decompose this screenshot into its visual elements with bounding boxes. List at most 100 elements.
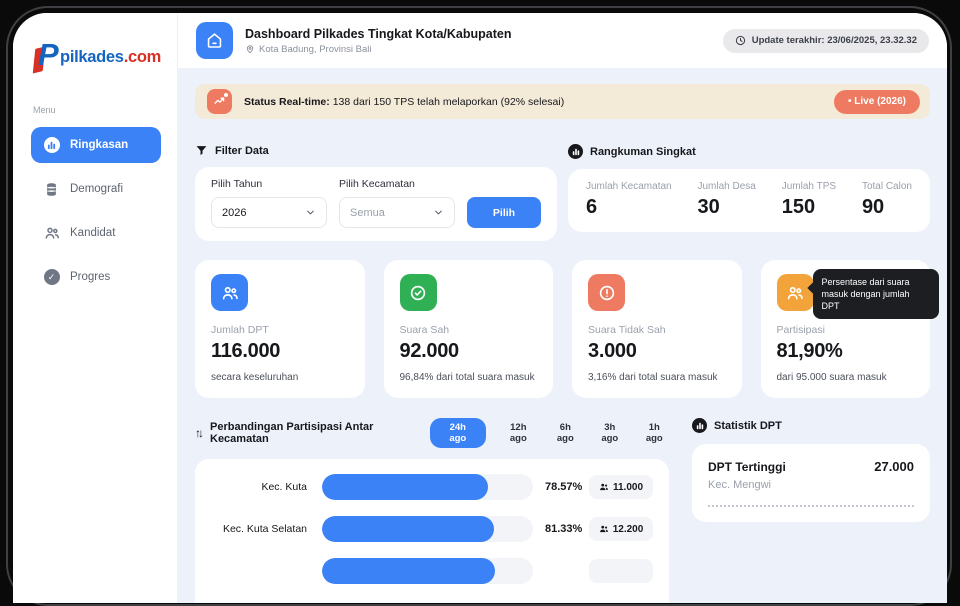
voters-badge: 11.000 bbox=[589, 475, 653, 499]
summary-item-value: 30 bbox=[697, 196, 720, 218]
summary-heading: Rangkuman Singkat bbox=[568, 144, 930, 159]
sidebar-item-kandidat[interactable]: Kandidat bbox=[31, 215, 161, 251]
users-icon bbox=[776, 274, 814, 311]
summary-card: Jumlah Kecamatan 6 Jumlah Desa 30 Jumlah… bbox=[568, 169, 930, 232]
stat-card-caption: 96,84% dari total suara masuk bbox=[399, 372, 535, 383]
filter-card: Pilih Tahun 2026 Pilih Kecamatan Semua P… bbox=[195, 167, 557, 241]
time-pill-24h[interactable]: 24h ago bbox=[429, 418, 487, 448]
comparison-heading: Perbandingan Partisipasi Antar Kecamatan bbox=[210, 421, 374, 445]
filter-funnel-icon bbox=[196, 146, 207, 156]
sidebar-item-label: Progres bbox=[70, 271, 111, 283]
chevron-down-icon bbox=[307, 210, 314, 215]
stat-card-label: Jumlah DPT bbox=[211, 324, 269, 336]
voters-badge: 12.200 bbox=[589, 517, 653, 541]
bar-row-partial bbox=[211, 558, 653, 584]
summary-item-value: 6 bbox=[586, 196, 598, 218]
summary-section: Rangkuman Singkat Jumlah Kecamatan 6 Jum… bbox=[568, 144, 930, 241]
clock-icon bbox=[735, 35, 745, 46]
sidebar-item-label: Demografi bbox=[70, 183, 124, 195]
summary-item-value: 150 bbox=[781, 196, 816, 218]
year-filter-group: Pilih Tahun 2026 bbox=[211, 178, 327, 228]
alert-circle-icon bbox=[588, 274, 625, 311]
year-value: 2026 bbox=[222, 206, 247, 219]
stat-card-partisipasi: Persentase dari suara masuk dengan jumla… bbox=[760, 260, 939, 398]
filter-section: Filter Data Pilih Tahun 2026 Pilih Kecam… bbox=[195, 144, 557, 241]
sidebar: P pilkades.com Menu Ringkasan Demografi bbox=[13, 13, 178, 603]
main-area: Dashboard Pilkades Tingkat Kota/Kabupate… bbox=[178, 13, 947, 603]
dpt-stats-card: DPT Tertinggi 27.000 Kec. Mengwi bbox=[692, 444, 930, 522]
filter-heading: Filter Data bbox=[195, 144, 557, 157]
stat-card-caption: dari 95.000 suara masuk bbox=[776, 372, 887, 383]
sidebar-item-demografi[interactable]: Demografi bbox=[31, 171, 161, 207]
home-icon[interactable] bbox=[196, 22, 233, 59]
dashboard-content: Status Real-time: 138 dari 150 TPS telah… bbox=[178, 68, 947, 603]
sort-arrows-icon: ↑↓ bbox=[195, 426, 204, 440]
year-select[interactable]: 2026 bbox=[211, 197, 327, 228]
time-pill-6h[interactable]: 6h ago bbox=[551, 422, 580, 444]
sidebar-item-ringkasan[interactable]: Ringkasan bbox=[31, 127, 161, 163]
users-icon bbox=[211, 274, 248, 311]
dpt-stats-heading-text: Statistik DPT bbox=[714, 419, 782, 432]
app-logo: P pilkades.com bbox=[31, 37, 161, 75]
bar-percentage: 81.33% bbox=[545, 523, 583, 535]
dpt-stats-heading: Statistik DPT bbox=[692, 418, 930, 433]
status-text-rest: 138 dari 150 TPS telah melaporkan (92% s… bbox=[329, 95, 565, 108]
users-icon bbox=[599, 525, 608, 533]
users-icon bbox=[600, 483, 608, 491]
location-pin-icon bbox=[246, 45, 254, 54]
stat-card-caption: 3,16% dari total suara masuk bbox=[588, 372, 718, 383]
time-pill-1h[interactable]: 1h ago bbox=[640, 422, 669, 444]
bar-label: Kec. Kuta bbox=[261, 481, 307, 493]
app-window: P pilkades.com Menu Ringkasan Demografi bbox=[13, 13, 947, 603]
users-icon bbox=[43, 225, 60, 242]
participation-tooltip: Persentase dari suara masuk dengan jumla… bbox=[812, 269, 939, 320]
district-filter-group: Pilih Kecamatan Semua bbox=[339, 178, 455, 228]
filter-heading-text: Filter Data bbox=[215, 144, 269, 157]
stat-card-caption: secara keseluruhan bbox=[211, 372, 299, 383]
voters-badge bbox=[589, 559, 653, 583]
check-circle-icon bbox=[399, 274, 437, 311]
bar-fill bbox=[322, 516, 494, 542]
stat-card-value: 81,90% bbox=[776, 340, 843, 362]
district-label: Pilih Kecamatan bbox=[339, 178, 415, 190]
time-pill-3h[interactable]: 3h ago bbox=[595, 422, 624, 444]
bar-row-kuta-selatan: Kec. Kuta Selatan 81.33% 12.200 bbox=[211, 516, 653, 542]
stat-card-jumlah-dpt: Jumlah DPT 116.000 secara keseluruhan bbox=[195, 260, 365, 398]
trending-up-icon bbox=[207, 89, 232, 114]
bar-track bbox=[322, 558, 533, 584]
time-filter-pills: 24h ago 12h ago 6h ago 3h ago 1h ago bbox=[429, 418, 670, 448]
header-titles: Dashboard Pilkades Tingkat Kota/Kabupate… bbox=[245, 27, 512, 55]
stat-card-label: Partisipasi bbox=[776, 324, 825, 336]
chevron-down-icon bbox=[435, 210, 442, 215]
stat-card-value: 116.000 bbox=[211, 340, 281, 362]
stat-card-label: Suara Sah bbox=[399, 324, 450, 336]
sidebar-nav: Ringkasan Demografi Kandidat ✓ Progres bbox=[31, 127, 161, 295]
page-header: Dashboard Pilkades Tingkat Kota/Kabupate… bbox=[178, 13, 947, 68]
time-pill-12h[interactable]: 12h ago bbox=[501, 422, 536, 444]
summary-item-label: Total Calon bbox=[861, 181, 912, 192]
summary-item: Jumlah Kecamatan 6 bbox=[586, 181, 672, 219]
district-select[interactable]: Semua bbox=[339, 197, 455, 228]
summary-item-label: Jumlah Desa bbox=[697, 181, 756, 192]
bar-chart-icon bbox=[43, 137, 60, 154]
stat-card-label: Suara Tidak Sah bbox=[588, 324, 666, 336]
summary-item-value: 90 bbox=[861, 196, 885, 218]
stat-card-value: 3.000 bbox=[588, 340, 637, 362]
summary-item: Jumlah Desa 30 bbox=[698, 181, 756, 219]
last-update-badge: Update terakhir: 23/06/2025, 23.32.32 bbox=[722, 28, 929, 53]
comparison-section: ↑↓ Perbandingan Partisipasi Antar Kecama… bbox=[195, 418, 669, 603]
status-banner: Status Real-time: 138 dari 150 TPS telah… bbox=[195, 84, 930, 119]
status-text-bold: Status Real-time: bbox=[244, 95, 330, 108]
sidebar-item-label: Kandidat bbox=[70, 227, 116, 239]
logo-name: pilkades bbox=[60, 47, 124, 66]
apply-filter-button[interactable]: Pilih bbox=[467, 197, 541, 228]
logo-text: pilkades.com bbox=[60, 48, 161, 67]
sidebar-item-progres[interactable]: ✓ Progres bbox=[31, 259, 161, 295]
voters-count: 12.200 bbox=[612, 523, 644, 535]
summary-item-label: Jumlah Kecamatan bbox=[586, 181, 672, 192]
bar-track bbox=[322, 474, 533, 500]
location-text: Kota Badung, Provinsi Bali bbox=[259, 43, 372, 55]
live-badge[interactable]: • Live (2026) bbox=[834, 89, 920, 114]
logo-tld: .com bbox=[123, 47, 162, 66]
stat-card-value: 92.000 bbox=[399, 340, 460, 362]
